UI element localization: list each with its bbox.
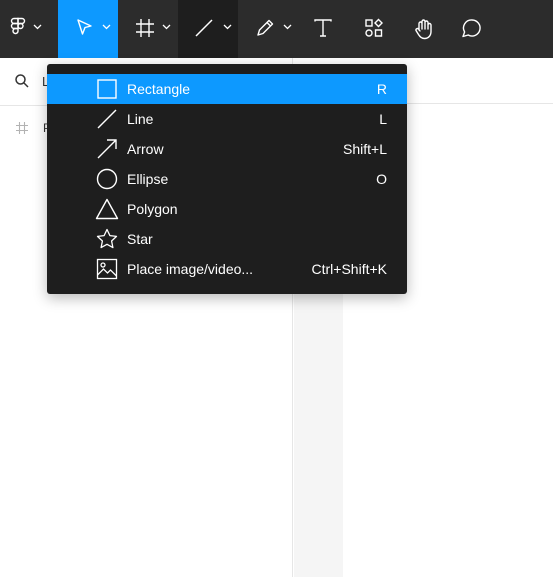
menu-item-shortcut: Ctrl+Shift+K xyxy=(311,261,387,277)
menu-item-place-image[interactable]: Place image/video... Ctrl+Shift+K xyxy=(47,254,407,284)
star-icon xyxy=(95,228,119,250)
frame-layer-icon xyxy=(16,122,28,134)
line-icon xyxy=(95,108,119,130)
main-menu-button[interactable] xyxy=(0,0,48,58)
resources-tool-button[interactable] xyxy=(355,0,395,58)
hand-icon xyxy=(415,19,432,40)
pen-tool-button[interactable] xyxy=(238,0,300,58)
menu-item-label: Arrow xyxy=(127,141,164,157)
line-icon xyxy=(195,19,213,37)
chevron-down-icon xyxy=(102,24,111,30)
menu-item-arrow[interactable]: Arrow Shift+L xyxy=(47,134,407,164)
menu-item-label: Ellipse xyxy=(127,171,169,187)
frame-hash-icon xyxy=(136,19,154,37)
comment-bubble-icon xyxy=(462,19,481,38)
menu-item-shortcut: O xyxy=(376,171,387,187)
hand-tool-button[interactable] xyxy=(404,0,444,58)
menu-item-line[interactable]: Line L xyxy=(47,104,407,134)
chevron-down-icon xyxy=(283,24,292,30)
shape-tools-menu: Rectangle R Line L Arrow Shift+L Ellipse… xyxy=(47,64,407,294)
menu-item-label: Star xyxy=(127,231,153,247)
menu-item-shortcut: L xyxy=(379,111,387,127)
menu-item-shortcut: Shift+L xyxy=(343,141,387,157)
pen-icon xyxy=(257,19,274,36)
menu-item-star[interactable]: Star xyxy=(47,224,407,254)
text-tool-button[interactable] xyxy=(303,0,343,58)
shape-tool-button[interactable] xyxy=(178,0,238,58)
menu-item-label: Place image/video... xyxy=(127,261,254,277)
move-tool-button[interactable] xyxy=(58,0,118,58)
menu-item-ellipse[interactable]: Ellipse O xyxy=(47,164,407,194)
menu-item-label: Rectangle xyxy=(127,81,191,97)
chevron-down-icon xyxy=(223,24,232,30)
chevron-down-icon xyxy=(162,24,171,30)
comment-tool-button[interactable] xyxy=(452,0,492,58)
rectangle-icon xyxy=(95,78,119,100)
menu-item-rectangle[interactable]: Rectangle R xyxy=(47,74,407,104)
ellipse-icon xyxy=(95,168,119,190)
cursor-arrow-icon xyxy=(77,19,92,35)
frame-tool-button[interactable] xyxy=(118,0,178,58)
toolbar xyxy=(0,0,553,58)
text-t-icon xyxy=(314,19,332,37)
menu-item-label: Line xyxy=(127,111,154,127)
menu-item-shortcut: R xyxy=(376,81,387,97)
image-icon xyxy=(95,258,119,280)
arrow-icon xyxy=(95,138,119,160)
search-icon xyxy=(15,74,29,88)
resources-icon xyxy=(365,18,383,37)
menu-item-label: Polygon xyxy=(127,201,178,217)
chevron-down-icon xyxy=(33,24,42,30)
polygon-icon xyxy=(95,198,119,220)
menu-item-polygon[interactable]: Polygon xyxy=(47,194,407,224)
figma-logo-icon xyxy=(10,17,26,35)
